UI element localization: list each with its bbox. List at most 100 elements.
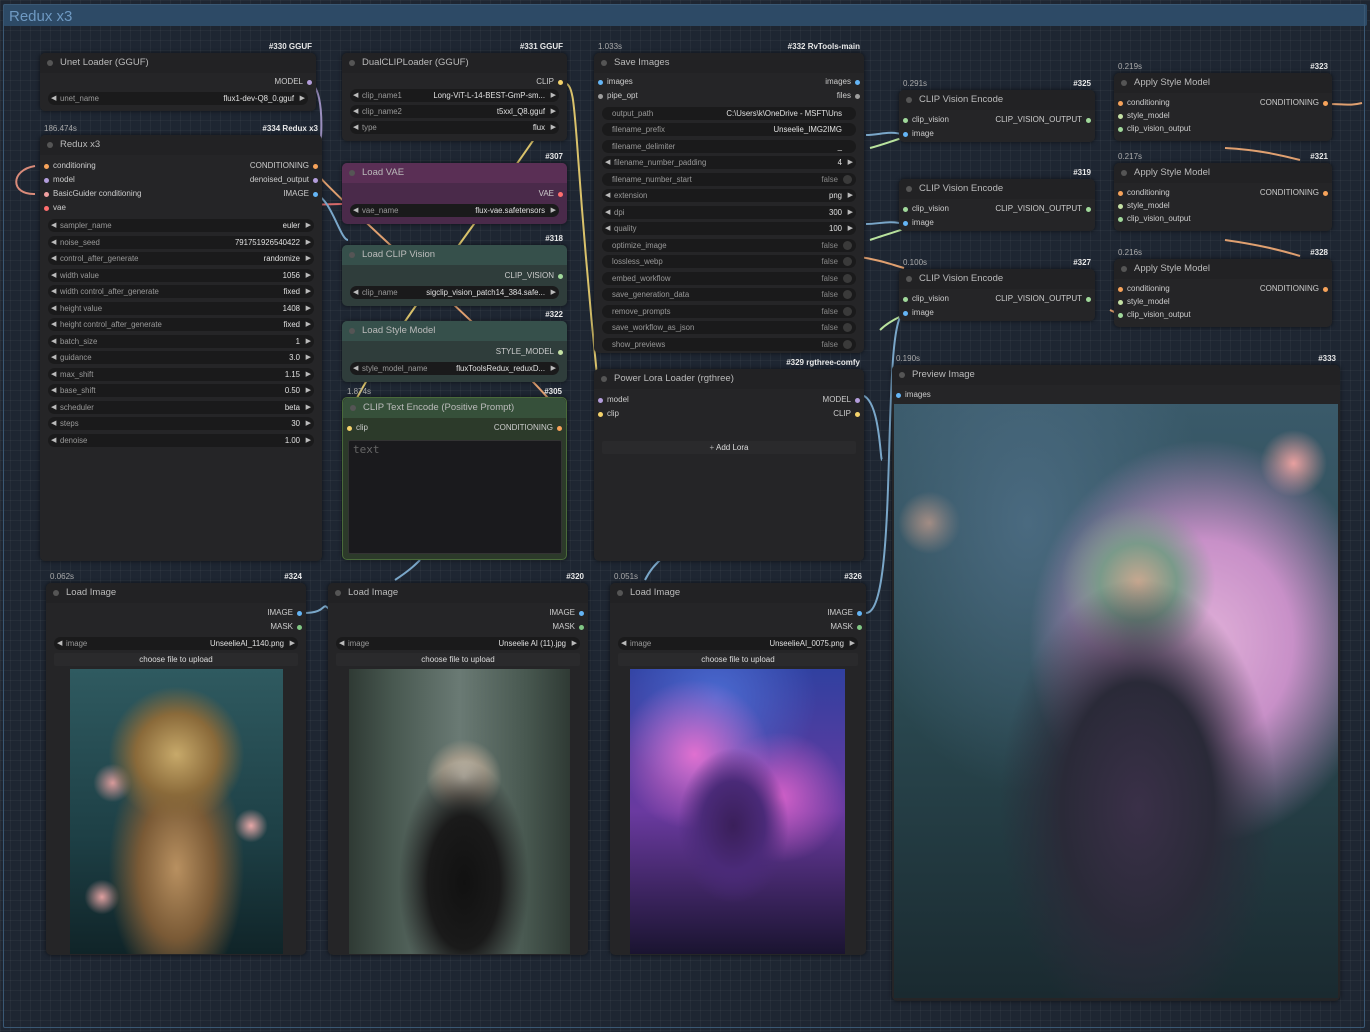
load-image-node-326[interactable]: 0.051s #326 Load Image IMAGE MASK imageU… [610,572,866,955]
add-lora-button[interactable]: + Add Lora [602,441,856,454]
port-dot[interactable] [579,624,584,630]
node-title[interactable]: Load Image [46,583,306,603]
port-dot[interactable] [1118,299,1123,305]
redux-widget-guidance[interactable]: guidance3.0 [48,351,314,364]
redux-widget-noise-seed[interactable]: noise_seed791751926540422 [48,235,314,249]
save-widget-save-generation-data[interactable]: save_generation_data false [602,288,856,301]
apply-style-model-node-321[interactable]: 0.217s #321 Apply Style Model conditioni… [1114,152,1332,231]
input-conditioning[interactable]: conditioning CONDITIONING [40,159,322,173]
node-title[interactable]: Preview Image [892,365,1340,385]
port-dot[interactable] [347,425,352,431]
load-image-node-324[interactable]: 0.062s #324 Load Image IMAGE MASK imageU… [46,572,306,955]
input-guider-conditioning[interactable]: BasicGuider conditioning IMAGE [40,187,322,201]
port-dot[interactable] [903,310,908,316]
port-dot[interactable] [1118,203,1123,209]
redux-widget-width-value[interactable]: width value1056 [48,268,314,282]
port-dot[interactable] [44,163,49,169]
node-title[interactable]: Power Lora Loader (rgthree) [594,369,864,389]
apply-style-model-node-328[interactable]: 0.216s #328 Apply Style Model conditioni… [1114,248,1332,327]
io-model[interactable]: model MODEL [594,393,864,407]
port-dot[interactable] [598,79,603,85]
port-dot[interactable] [1323,100,1328,106]
port-dot[interactable] [598,411,603,417]
choose-file-button[interactable]: choose file to upload [618,653,858,666]
port-dot[interactable] [903,117,908,123]
clip-vision-encode-node-327[interactable]: 0.100s #327 CLIP Vision Encode clip_visi… [899,258,1095,321]
output-mask[interactable]: MASK [328,620,588,634]
save-widget-output-path[interactable]: output_path C:\Users\k\OneDrive - MSFT\Un… [602,106,856,120]
input-vae[interactable]: vae [40,201,322,215]
input-clip-vision-output[interactable]: clip_vision_output [1114,122,1332,135]
vae-name-combo[interactable]: vae_nameflux-vae.safetensors [350,204,559,217]
node-title[interactable]: Redux x3 [40,135,322,155]
save-widget-optimize-image[interactable]: optimize_image false [602,238,856,252]
port-dot[interactable] [1086,117,1091,123]
output-style-model[interactable]: STYLE_MODEL [342,345,567,359]
output-model[interactable]: MODEL [40,75,316,89]
redux-widget-steps[interactable]: steps30 [48,417,314,430]
port-dot[interactable] [558,349,563,355]
clip-vision-encode-node-325[interactable]: 0.291s #325 CLIP Vision Encode clip_visi… [899,79,1095,142]
redux-widget-height-value[interactable]: height value1408 [48,301,314,315]
port-dot[interactable] [1118,216,1123,222]
redux-widget-sampler-name[interactable]: sampler_nameeuler [48,219,314,232]
node-title[interactable]: Save Images [594,53,864,73]
input-style-model[interactable]: style_model [1114,295,1332,308]
save-widget-show-previews[interactable]: show_previews false [602,337,856,351]
toggle-switch[interactable] [843,323,852,332]
node-title[interactable]: CLIP Text Encode (Positive Prompt) [343,398,566,418]
redux-widget-height-control-after-generate[interactable]: height control_after_generatefixed [48,318,314,331]
io-clip-vision[interactable]: clip_vision CLIP_VISION_OUTPUT [899,113,1095,127]
output-vae[interactable]: VAE [342,187,567,201]
output-image[interactable]: IMAGE [328,606,588,620]
prompt-textarea[interactable]: text [348,440,562,554]
node-title[interactable]: Load Style Model [342,321,567,341]
node-title[interactable]: Load Image [328,583,588,603]
port-dot[interactable] [558,79,563,85]
save-widget-remove-prompts[interactable]: remove_prompts false [602,304,856,318]
redux-widget-batch-size[interactable]: batch_size1 [48,334,314,348]
dualclip-loader-node[interactable]: #331 GGUF DualCLIPLoader (GGUF) CLIP cli… [342,42,567,141]
save-widget-extension[interactable]: extensionpng [602,189,856,202]
load-image-node-320[interactable]: #320 Load Image IMAGE MASK imageUnseelie… [328,572,588,955]
load-clip-vision-node[interactable]: #318 Load CLIP Vision CLIP_VISION clip_n… [342,234,567,306]
port-dot[interactable] [297,610,302,616]
node-title[interactable]: Apply Style Model [1114,163,1332,183]
save-widget-filename-number-padding[interactable]: filename_number_padding4 [602,156,856,169]
toggle-switch[interactable] [843,174,852,184]
port-dot[interactable] [1086,296,1091,302]
save-widget-save-workflow-as-json[interactable]: save_workflow_as_json false [602,321,856,334]
input-image[interactable]: image [899,127,1095,141]
node-title[interactable]: Load Image [610,583,866,603]
port-dot[interactable] [903,296,908,302]
save-images-node[interactable]: 1.033s #332 RvTools-main Save Images ima… [594,42,864,353]
port-dot[interactable] [1086,206,1091,212]
output-image[interactable]: IMAGE [46,606,306,620]
port-dot[interactable] [855,79,860,85]
node-title[interactable]: CLIP Vision Encode [899,90,1095,110]
port-dot[interactable] [1118,312,1123,318]
port-dot[interactable] [1118,126,1123,132]
port-dot[interactable] [44,177,49,183]
io-clip-vision[interactable]: clip_vision CLIP_VISION_OUTPUT [899,202,1095,216]
output-image[interactable]: IMAGE [610,606,866,620]
preview-image-node[interactable]: 0.190s #333 Preview Image images [892,354,1340,1001]
redux-widget-scheduler[interactable]: schedulerbeta [48,400,314,414]
io-conditioning[interactable]: conditioning CONDITIONING [1114,282,1332,295]
port-dot[interactable] [313,191,318,197]
clip-name2-combo[interactable]: clip_name2t5xxl_Q8.gguf [350,105,559,118]
port-dot[interactable] [857,610,862,616]
load-style-model-node[interactable]: #322 Load Style Model STYLE_MODEL style_… [342,310,567,382]
redux-widget-control-after-generate[interactable]: control_after_generaterandomize [48,252,314,265]
output-mask[interactable]: MASK [610,620,866,634]
port-dot[interactable] [558,273,563,279]
toggle-switch[interactable] [843,339,852,349]
node-title[interactable]: Load CLIP Vision [342,245,567,265]
port-dot[interactable] [579,610,584,616]
node-title[interactable]: CLIP Vision Encode [899,179,1095,199]
save-widget-embed-workflow[interactable]: embed_workflow false [602,271,856,285]
clip-vision-name-combo[interactable]: clip_namesigclip_vision_patch14_384.safe… [350,286,559,299]
port-dot[interactable] [1118,286,1123,292]
redux-widget-max-shift[interactable]: max_shift1.15 [48,367,314,381]
node-title[interactable]: DualCLIPLoader (GGUF) [342,53,567,73]
